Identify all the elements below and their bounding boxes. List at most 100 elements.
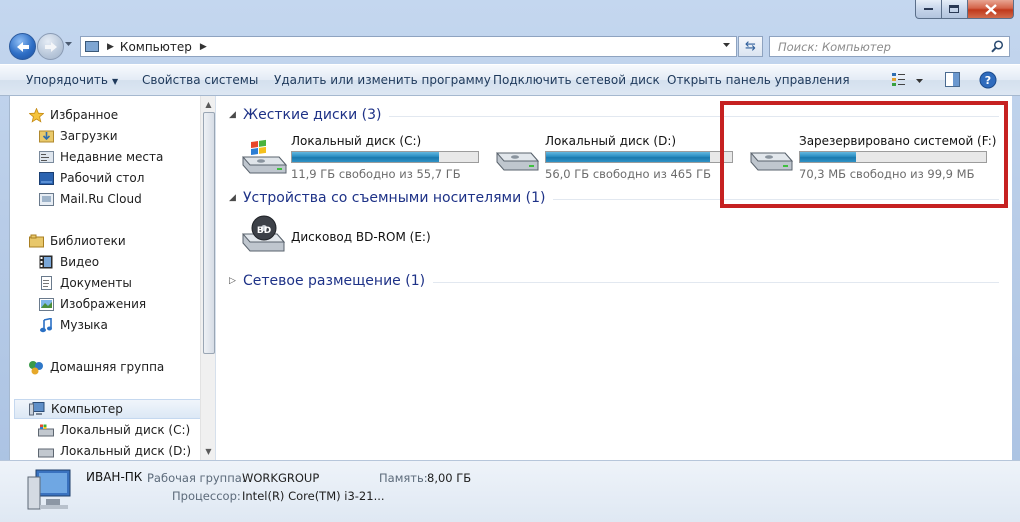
drive-d[interactable]: Локальный диск (D:) 56,0 ГБ свободно из …: [493, 133, 743, 183]
video-icon: [38, 254, 54, 270]
nav-label: Изображения: [60, 297, 147, 311]
preview-pane-button[interactable]: [944, 71, 962, 92]
nav-recent[interactable]: Недавние места: [38, 147, 163, 167]
back-button[interactable]: [9, 33, 36, 60]
group-title: Сетевое размещение (1): [243, 273, 426, 289]
bd-rom-drive-icon: BD: [241, 215, 286, 252]
downloads-folder-icon: [38, 128, 54, 144]
organize-label: Упорядочить: [26, 73, 108, 87]
computer-icon: [85, 41, 99, 52]
nav-libraries[interactable]: Библиотеки: [28, 231, 126, 251]
preview-pane-icon: [945, 72, 960, 87]
nav-favorites[interactable]: Избранное: [28, 105, 118, 125]
caret-down-icon: ▼: [111, 77, 119, 86]
view-options-button[interactable]: [891, 71, 929, 92]
memory-label: Память:: [379, 471, 428, 485]
computer-icon: [27, 469, 71, 510]
address-dropdown-icon[interactable]: [723, 43, 731, 48]
system-properties-button[interactable]: Свойства системы: [142, 73, 258, 87]
minimize-icon: [923, 8, 933, 10]
nav-disk-c[interactable]: Локальный диск (C:): [38, 420, 190, 440]
breadcrumb-chevron-icon[interactable]: ▶: [107, 42, 114, 52]
homegroup-icon: [28, 359, 44, 375]
workgroup-value: WORKGROUP: [242, 471, 320, 485]
breadcrumb-computer[interactable]: Компьютер: [120, 40, 192, 54]
arrow-right-icon: [44, 41, 57, 52]
group-network[interactable]: ▷ Сетевое размещение (1): [229, 271, 999, 291]
pictures-icon: [38, 296, 54, 312]
drive-c[interactable]: Локальный диск (C:) 11,9 ГБ свободно из …: [239, 133, 489, 183]
minimize-button[interactable]: [915, 0, 942, 19]
nav-disk-d[interactable]: Локальный диск (D:): [38, 441, 191, 460]
drive-name: Локальный диск (D:): [545, 134, 677, 148]
refresh-button[interactable]: ⇆: [738, 36, 763, 57]
cpu-label: Процессор:: [172, 489, 241, 503]
desktop-icon: [38, 170, 54, 186]
nav-music[interactable]: Музыка: [38, 315, 108, 335]
bd-badge: BD: [257, 226, 271, 236]
close-icon: [984, 3, 997, 15]
nav-label: Локальный диск (C:): [60, 423, 191, 437]
address-bar[interactable]: ▶ Компьютер ▶: [80, 36, 737, 57]
nav-label: Недавние места: [60, 150, 164, 164]
highlight-box: [720, 101, 1008, 208]
nav-label: Библиотеки: [50, 234, 126, 248]
help-button[interactable]: ?: [979, 71, 997, 92]
nav-downloads[interactable]: Загрузки: [38, 126, 118, 146]
history-dropdown-icon[interactable]: [65, 42, 73, 47]
nav-label: Mail.Ru Cloud: [60, 192, 142, 206]
nav-label: Избранное: [50, 108, 119, 122]
address-row: ▶ Компьютер ▶ ⇆ Поиск: Компьютер: [0, 28, 1020, 64]
uninstall-program-button[interactable]: Удалить или изменить программу: [274, 73, 491, 87]
explorer-window: ▶ Компьютер ▶ ⇆ Поиск: Компьютер Упорядо…: [0, 0, 1020, 522]
nav-label: Локальный диск (D:): [60, 444, 192, 458]
star-icon: [28, 107, 44, 123]
drive-usage-fill: [546, 152, 710, 162]
nav-video[interactable]: Видео: [38, 252, 99, 272]
group-title: Устройства со съемными носителями (1): [243, 190, 546, 206]
cloud-folder-icon: [38, 191, 54, 207]
command-bar: Упорядочить ▼ Свойства системы Удалить ил…: [0, 64, 1020, 96]
nav-computer[interactable]: Компьютер: [14, 399, 202, 419]
drive-bd-rom[interactable]: BD Дисковод BD-ROM (E:): [239, 214, 489, 264]
nav-mailru-cloud[interactable]: Mail.Ru Cloud: [38, 189, 142, 209]
drive-name: Локальный диск (C:): [291, 134, 422, 148]
nav-label: Загрузки: [60, 129, 118, 143]
nav-pictures[interactable]: Изображения: [38, 294, 146, 314]
close-button[interactable]: [968, 0, 1014, 19]
open-control-panel-button[interactable]: Открыть панель управления: [667, 73, 850, 87]
maximize-button[interactable]: [942, 0, 968, 19]
navigation-pane: Избранное Загрузки Недавние места Рабочи…: [10, 96, 216, 460]
drive-usage-fill: [292, 152, 439, 162]
nav-scrollbar[interactable]: ▲ ▼: [200, 96, 215, 460]
drive-name: Дисковод BD-ROM (E:): [291, 230, 431, 244]
search-icon[interactable]: [991, 40, 1004, 53]
svg-text:?: ?: [985, 74, 991, 87]
help-icon: ?: [979, 71, 997, 89]
nav-homegroup[interactable]: Домашняя группа: [28, 357, 164, 377]
scroll-up-icon[interactable]: ▲: [201, 97, 215, 112]
organize-button[interactable]: Упорядочить ▼: [26, 73, 118, 87]
search-input[interactable]: Поиск: Компьютер: [769, 36, 1010, 57]
memory-value: 8,00 ГБ: [427, 471, 472, 485]
view-icon: [892, 73, 923, 86]
expanded-triangle-icon[interactable]: ◢: [229, 193, 237, 203]
nav-label: Видео: [60, 255, 100, 269]
nav-desktop[interactable]: Рабочий стол: [38, 168, 144, 188]
scroll-thumb[interactable]: [203, 112, 215, 354]
details-pane: ИВАН-ПК Рабочая группа: WORKGROUP Память…: [0, 460, 1020, 522]
breadcrumb-chevron-icon[interactable]: ▶: [200, 42, 207, 52]
map-network-drive-button[interactable]: Подключить сетевой диск: [493, 73, 660, 87]
expanded-triangle-icon[interactable]: ◢: [229, 110, 237, 120]
group-title: Жесткие диски (3): [243, 107, 382, 123]
cpu-value: Intel(R) Core(TM) i3-21...: [242, 489, 385, 503]
drive-icon: [38, 443, 54, 459]
drive-free-space: 56,0 ГБ свободно из 465 ГБ: [545, 167, 711, 181]
nav-documents[interactable]: Документы: [38, 273, 132, 293]
computer-icon: [29, 401, 45, 417]
search-placeholder: Поиск: Компьютер: [778, 39, 891, 54]
scroll-down-icon[interactable]: ▼: [201, 444, 215, 459]
collapsed-triangle-icon[interactable]: ▷: [229, 276, 237, 286]
maximize-icon: [949, 4, 959, 13]
forward-button[interactable]: [37, 33, 64, 60]
